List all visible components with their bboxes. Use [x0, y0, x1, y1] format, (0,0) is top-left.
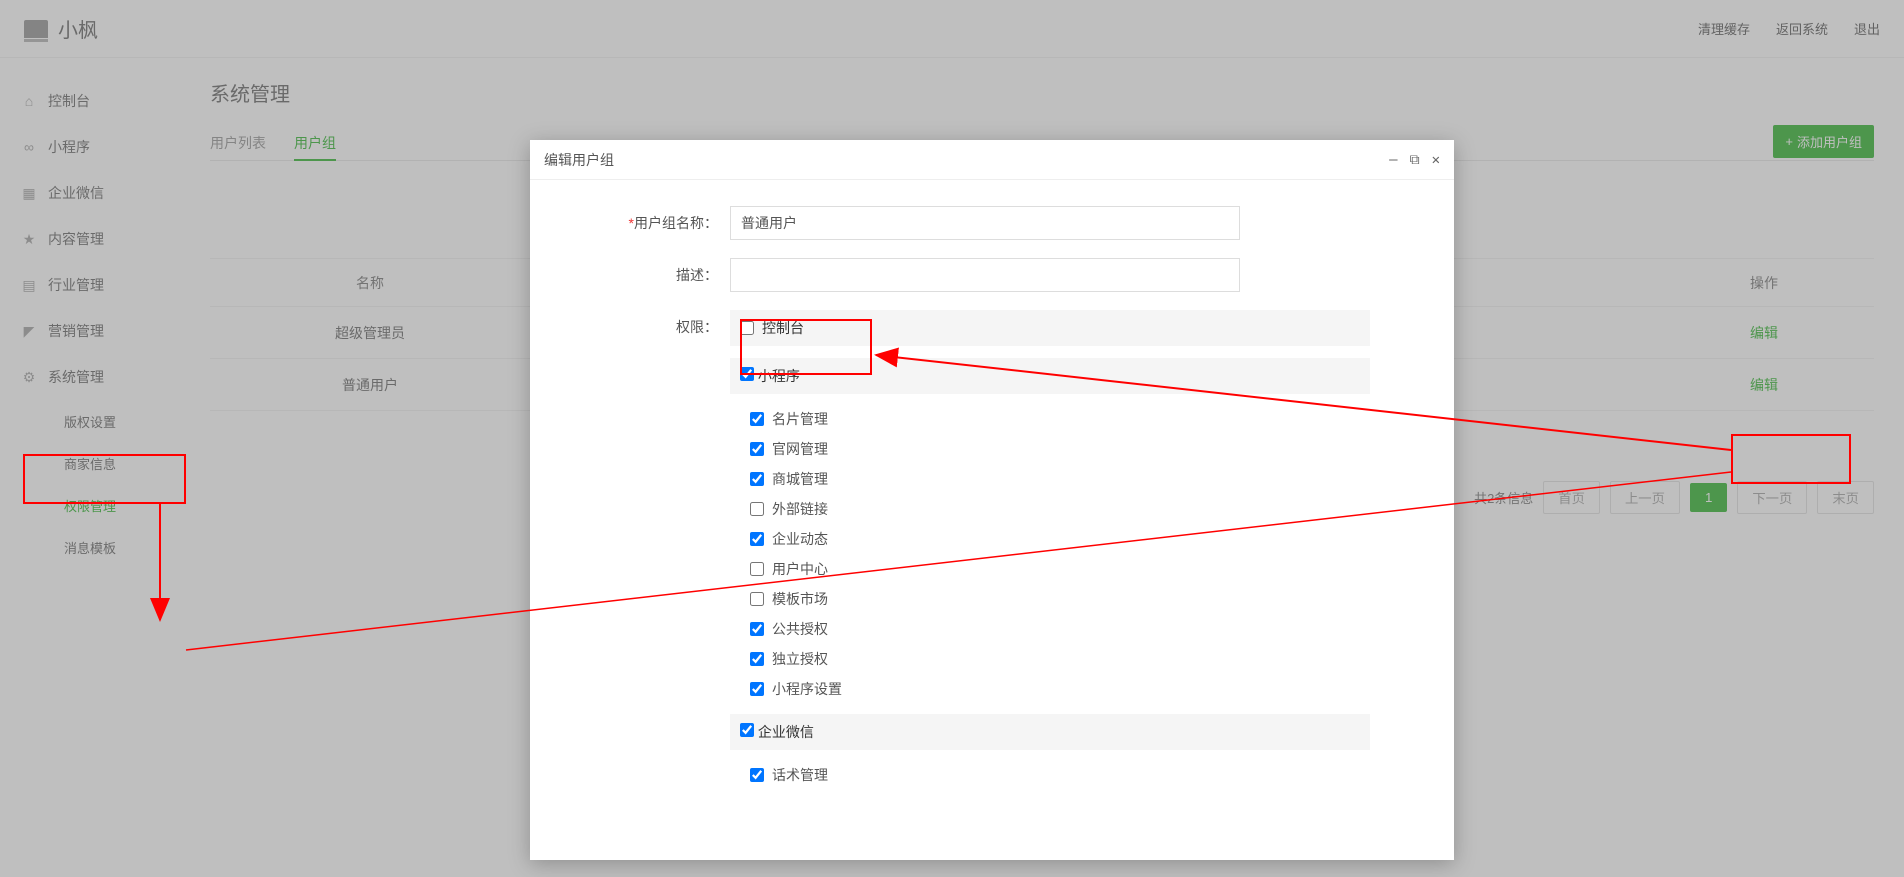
perm-child-label: 话术管理 [772, 765, 828, 785]
perm-child: 企业动态 [740, 524, 1434, 554]
group-name-input[interactable] [730, 206, 1240, 240]
modal-body: *用户组名称： 描述： 权限： 控制台 小程序 名片管理官网管理商城管理外部链接… [530, 180, 1454, 860]
perm-child-checkbox[interactable] [750, 592, 764, 606]
perm-child: 外部链接 [740, 494, 1434, 524]
perm-wework: 企业微信 [730, 714, 1370, 750]
edit-user-group-modal: 编辑用户组 — ⧉ ✕ *用户组名称： 描述： 权限： 控制台 小 [530, 140, 1454, 860]
minimize-icon[interactable]: — [1389, 152, 1397, 168]
label-perm: 权限： [550, 310, 730, 344]
perm-miniapp-checkbox[interactable] [740, 367, 754, 381]
perm-console-checkbox[interactable] [740, 321, 754, 335]
perm-child: 公共授权 [740, 614, 1434, 644]
perm-label: 企业微信 [758, 724, 814, 740]
perm-child-label: 用户中心 [772, 559, 828, 579]
perm-child: 小程序设置 [740, 674, 1434, 704]
perm-child-checkbox[interactable] [750, 472, 764, 486]
perm-child-checkbox[interactable] [750, 442, 764, 456]
perm-console: 控制台 [730, 310, 1370, 346]
perm-miniapp: 小程序 [730, 358, 1370, 394]
perm-child-label: 外部链接 [772, 499, 828, 519]
maximize-icon[interactable]: ⧉ [1410, 152, 1420, 168]
label-group-name: *用户组名称： [550, 206, 730, 240]
perm-label: 小程序 [758, 368, 800, 384]
perm-child: 用户中心 [740, 554, 1434, 584]
perm-child: 商城管理 [740, 464, 1434, 494]
perm-child-label: 模板市场 [772, 589, 828, 609]
perm-child: 独立授权 [740, 644, 1434, 674]
perm-child-checkbox[interactable] [750, 652, 764, 666]
perm-child-checkbox[interactable] [750, 532, 764, 546]
perm-child-checkbox[interactable] [750, 562, 764, 576]
perm-child-label: 官网管理 [772, 439, 828, 459]
perm-child-label: 独立授权 [772, 649, 828, 669]
perm-label: 控制台 [762, 318, 804, 338]
modal-titlebar[interactable]: 编辑用户组 — ⧉ ✕ [530, 140, 1454, 180]
perm-child-label: 公共授权 [772, 619, 828, 639]
perm-child-checkbox[interactable] [750, 502, 764, 516]
perm-child-label: 企业动态 [772, 529, 828, 549]
perm-child-label: 商城管理 [772, 469, 828, 489]
modal-title: 编辑用户组 [544, 150, 614, 170]
desc-input[interactable] [730, 258, 1240, 292]
perm-child-checkbox[interactable] [750, 622, 764, 636]
perm-miniapp-children: 名片管理官网管理商城管理外部链接企业动态用户中心模板市场公共授权独立授权小程序设… [730, 404, 1434, 714]
perm-child-label: 名片管理 [772, 409, 828, 429]
perm-child-checkbox[interactable] [750, 412, 764, 426]
perm-child: 模板市场 [740, 584, 1434, 614]
close-icon[interactable]: ✕ [1432, 152, 1440, 168]
label-desc: 描述： [550, 258, 730, 292]
perm-child: 名片管理 [740, 404, 1434, 434]
perm-child-label: 小程序设置 [772, 679, 842, 699]
perm-child-checkbox[interactable] [750, 682, 764, 696]
perm-child-checkbox[interactable] [750, 768, 764, 782]
perm-wework-checkbox[interactable] [740, 723, 754, 737]
perm-child: 官网管理 [740, 434, 1434, 464]
perm-wework-children: 话术管理 [730, 760, 1434, 800]
perm-child: 话术管理 [740, 760, 1434, 790]
